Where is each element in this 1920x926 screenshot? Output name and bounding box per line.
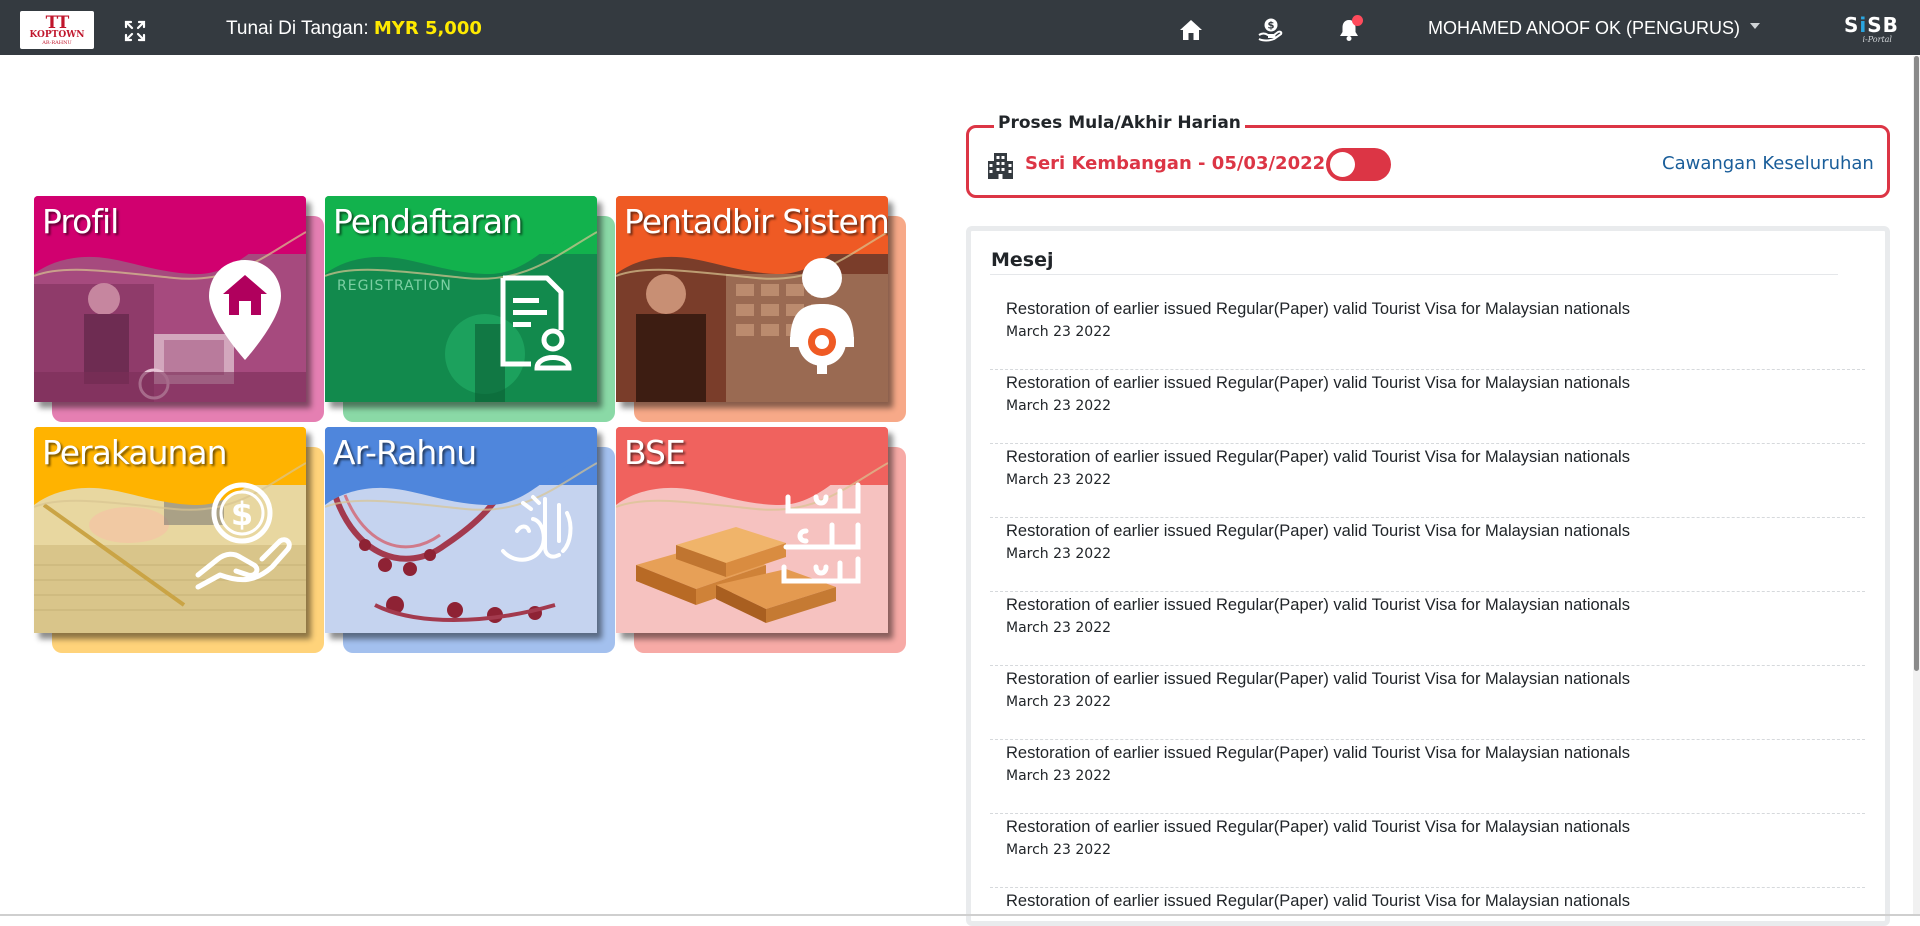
message-text: Restoration of earlier issued Regular(Pa… xyxy=(1006,596,1630,614)
message-text: Restoration of earlier issued Regular(Pa… xyxy=(1006,670,1630,688)
tile-ar-rahnu[interactable]: Ar-Rahnu xyxy=(325,427,615,653)
building-icon xyxy=(988,153,1013,179)
message-item[interactable]: Restoration of earlier issued Regular(Pa… xyxy=(990,666,1865,740)
caret-down-icon xyxy=(1750,23,1761,30)
scrollbar-thumb[interactable] xyxy=(1914,56,1919,671)
tile-front: Profil xyxy=(34,196,306,402)
home-icon[interactable] xyxy=(1178,17,1204,43)
user-gear-icon xyxy=(790,258,854,374)
brand-s: S xyxy=(1844,13,1860,37)
tile-bse[interactable]: BSE xyxy=(616,427,906,653)
message-date: March 23 2022 xyxy=(1006,694,1112,710)
message-item[interactable]: Restoration of earlier issued Regular(Pa… xyxy=(990,370,1865,444)
tile-title: Profil xyxy=(42,202,119,241)
cash-on-hand: Tunai Di Tangan: MYR 5,000 xyxy=(226,18,482,40)
daily-process-legend: Proses Mula/Akhir Harian xyxy=(994,113,1245,133)
message-item[interactable]: Restoration of earlier issued Regular(Pa… xyxy=(990,888,1865,914)
top-navbar: TT KOPTOWN AR-RAHNU Tunai Di Tangan: MYR… xyxy=(0,0,1920,55)
tile-title: Pendaftaran xyxy=(333,202,523,241)
cawangan-keseluruhan-link[interactable]: Cawangan Keseluruhan xyxy=(1662,153,1874,174)
sisb-brand-logo: SiSB i-Portal xyxy=(1844,13,1898,44)
message-item[interactable]: Restoration of earlier issued Regular(Pa… xyxy=(990,814,1865,888)
tile-pentadbir-sistem[interactable]: Pentadbir Sistem xyxy=(616,196,906,422)
page-scrollbar[interactable] xyxy=(1913,56,1920,916)
koptown-logo[interactable]: TT KOPTOWN AR-RAHNU xyxy=(20,11,94,49)
logo-mark: TT xyxy=(45,12,70,33)
registration-form-icon xyxy=(500,275,572,371)
message-date: March 23 2022 xyxy=(1006,620,1112,636)
message-date: March 23 2022 xyxy=(1006,768,1112,784)
message-text: Restoration of earlier issued Regular(Pa… xyxy=(1006,892,1630,910)
toggle-knob xyxy=(1330,152,1355,177)
tile-title: Perakaunan xyxy=(42,433,228,472)
tile-front: Pendaftaran REGISTRATION xyxy=(325,196,597,402)
tile-front: Pentadbir Sistem xyxy=(616,196,888,402)
dollar-hand-icon: $ xyxy=(195,482,292,590)
tile-front: Ar-Rahnu xyxy=(325,427,597,633)
message-item[interactable]: Restoration of earlier issued Regular(Pa… xyxy=(990,296,1865,370)
cash-amount: MYR 5,000 xyxy=(373,18,482,39)
daily-process-toggle[interactable] xyxy=(1326,148,1391,181)
message-date: March 23 2022 xyxy=(1006,398,1112,414)
messages-title: Mesej xyxy=(991,249,1054,271)
tile-pendaftaran[interactable]: Pendaftaran REGISTRATION xyxy=(325,196,615,422)
branch-label: Seri Kembangan - 05/03/2022 xyxy=(1025,153,1325,174)
home-pin-icon xyxy=(209,260,281,360)
sisb-brand-sub: i-Portal xyxy=(1862,35,1892,44)
user-name: MOHAMED ANOOF OK (PENGURUS) xyxy=(1428,18,1741,38)
message-date: March 23 2022 xyxy=(1006,472,1112,488)
svg-text:$: $ xyxy=(1268,21,1275,32)
tile-profil[interactable]: Profil xyxy=(34,196,324,422)
message-text: Restoration of earlier issued Regular(Pa… xyxy=(1006,300,1630,318)
tile-title: Ar-Rahnu xyxy=(333,433,477,472)
message-date: March 23 2022 xyxy=(1006,842,1112,858)
message-item[interactable]: Restoration of earlier issued Regular(Pa… xyxy=(990,518,1865,592)
message-item[interactable]: Restoration of earlier issued Regular(Pa… xyxy=(990,444,1865,518)
sisb-brand-text: SiSB xyxy=(1844,13,1898,37)
tile-front: BSE xyxy=(616,427,888,633)
tile-title: BSE xyxy=(624,433,686,472)
money-hand-icon[interactable]: $ xyxy=(1257,17,1283,43)
branch-name: Seri Kembangan xyxy=(1025,153,1192,174)
user-menu[interactable]: MOHAMED ANOOF OK (PENGURUS) xyxy=(1428,18,1761,39)
branch-date: 05/03/2022 xyxy=(1211,153,1326,174)
message-text: Restoration of earlier issued Regular(Pa… xyxy=(1006,522,1630,540)
messages-divider xyxy=(990,274,1838,275)
message-text: Restoration of earlier issued Regular(Pa… xyxy=(1006,448,1630,466)
registration-watermark: REGISTRATION xyxy=(337,278,452,294)
tile-perakaunan[interactable]: Perakaunan $ xyxy=(34,427,324,653)
logo-sub: AR-RAHNU xyxy=(42,39,72,46)
cash-label: Tunai Di Tangan: xyxy=(226,18,374,39)
message-text: Restoration of earlier issued Regular(Pa… xyxy=(1006,744,1630,762)
message-date: March 23 2022 xyxy=(1006,324,1112,340)
tile-title: Pentadbir Sistem xyxy=(624,202,888,241)
message-text: Restoration of earlier issued Regular(Pa… xyxy=(1006,374,1630,392)
logo-name: KOPTOWN xyxy=(29,29,85,40)
svg-text:$: $ xyxy=(231,495,253,533)
message-date: March 23 2022 xyxy=(1006,546,1112,562)
expand-icon[interactable] xyxy=(124,20,146,42)
notification-badge xyxy=(1352,15,1363,26)
message-item[interactable]: Restoration of earlier issued Regular(Pa… xyxy=(990,740,1865,814)
arabic-calligraphy-icon xyxy=(501,495,573,562)
arabic-calligraphy-icon xyxy=(781,482,861,584)
message-item[interactable]: Restoration of earlier issued Regular(Pa… xyxy=(990,592,1865,666)
brand-sb: SB xyxy=(1867,13,1899,37)
tile-front: Perakaunan $ xyxy=(34,427,306,633)
branch-separator: - xyxy=(1191,153,1212,174)
message-text: Restoration of earlier issued Regular(Pa… xyxy=(1006,818,1630,836)
